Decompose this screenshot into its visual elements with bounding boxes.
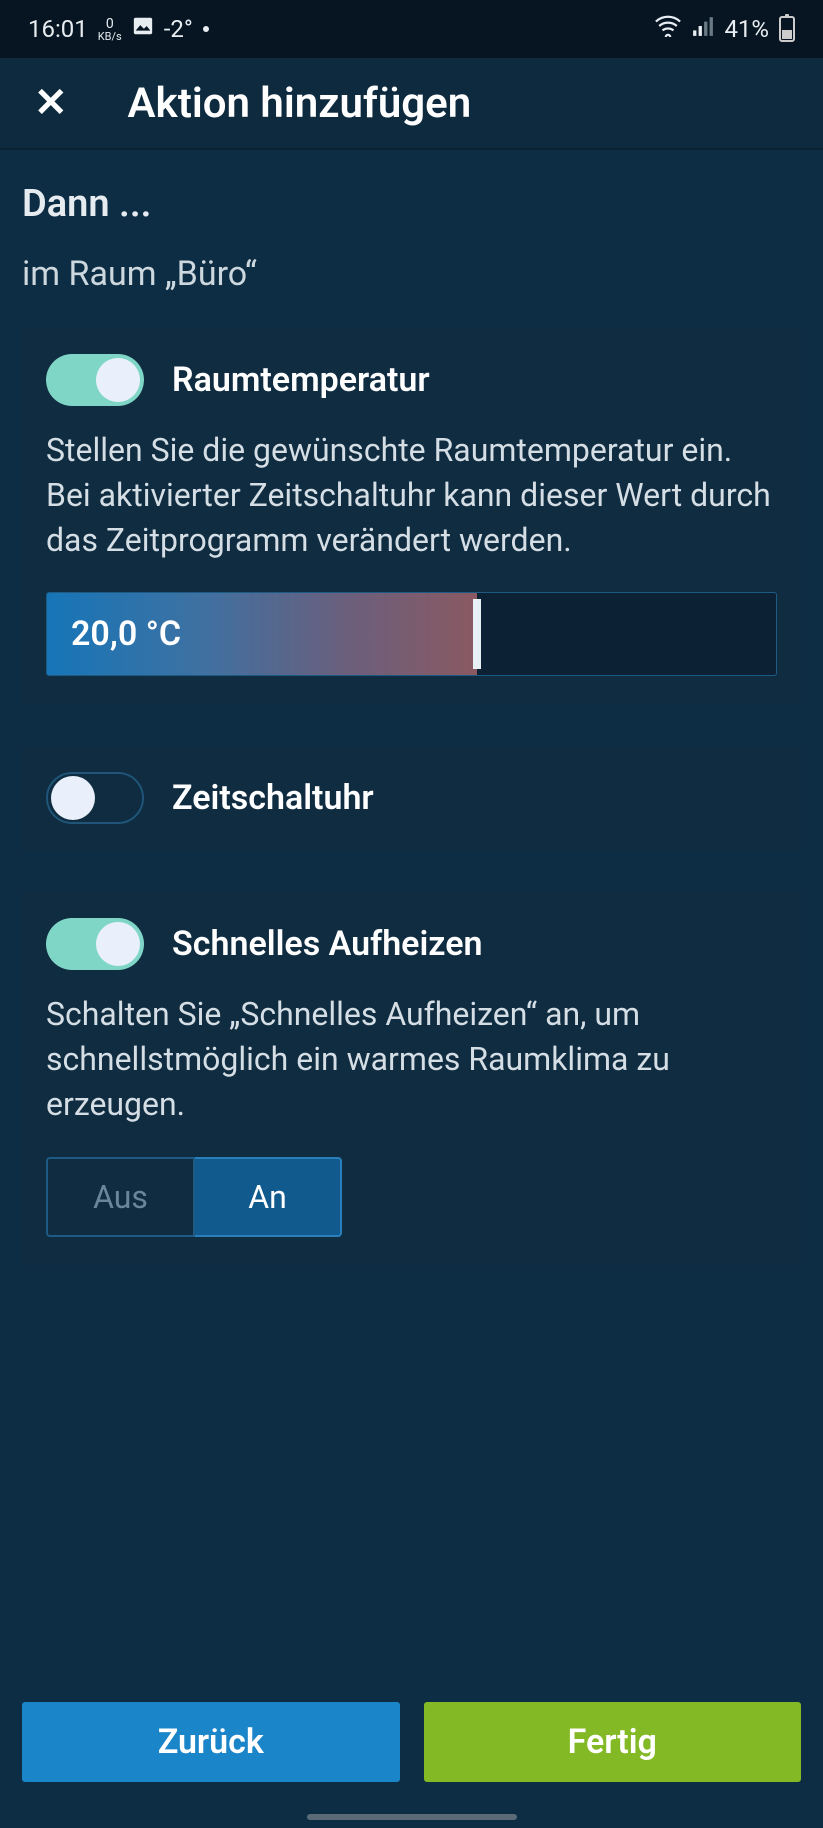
nav-handle[interactable] — [307, 1814, 517, 1820]
close-icon[interactable]: ✕ — [34, 83, 68, 123]
wifi-icon — [654, 15, 682, 43]
room-temperature-title: Raumtemperatur — [172, 360, 430, 400]
back-button[interactable]: Zurück — [22, 1702, 400, 1782]
content-area: Dann ... im Raum „Büro“ Raumtemperatur S… — [0, 150, 823, 1828]
fast-heat-segmented: Aus An — [46, 1157, 342, 1237]
fast-heat-description: Schalten Sie „Schnelles Aufheizen“ an, u… — [46, 992, 777, 1126]
page-title: Aktion hinzufügen — [128, 79, 472, 128]
section-heading: Dann ... — [22, 182, 801, 226]
footer-buttons: Zurück Fertig — [22, 1702, 801, 1828]
fast-heat-title: Schnelles Aufheizen — [172, 924, 483, 964]
fast-heat-off-button[interactable]: Aus — [46, 1157, 195, 1237]
dot-icon — [203, 26, 209, 32]
battery-icon — [779, 16, 795, 42]
section-subheading: im Raum „Büro“ — [22, 254, 801, 294]
status-bar: 16:01 0 KB/s -2° 41% — [0, 0, 823, 58]
room-temperature-card: Raumtemperatur Stellen Sie die gewünscht… — [22, 328, 801, 704]
app-header: ✕ Aktion hinzufügen — [0, 58, 823, 150]
fast-heat-card: Schnelles Aufheizen Schalten Sie „Schnel… — [22, 892, 801, 1264]
room-temperature-slider[interactable]: 20,0 °C — [46, 592, 777, 676]
timer-toggle[interactable] — [46, 772, 144, 824]
fast-heat-on-button[interactable]: An — [195, 1157, 342, 1237]
timer-title: Zeitschaltuhr — [172, 778, 374, 818]
status-outdoor-temp: -2° — [164, 15, 193, 43]
done-button[interactable]: Fertig — [424, 1702, 802, 1782]
room-temperature-value: 20,0 °C — [71, 614, 181, 654]
battery-percent: 41% — [724, 15, 769, 43]
picture-icon — [132, 15, 154, 43]
fast-heat-toggle[interactable] — [46, 918, 144, 970]
room-temperature-description: Stellen Sie die gewünschte Raumtemperatu… — [46, 428, 777, 562]
signal-icon — [692, 15, 714, 43]
timer-card: Zeitschaltuhr — [22, 746, 801, 850]
network-speed-icon: 0 KB/s — [98, 17, 122, 42]
status-time: 16:01 — [28, 15, 88, 43]
room-temperature-toggle[interactable] — [46, 354, 144, 406]
